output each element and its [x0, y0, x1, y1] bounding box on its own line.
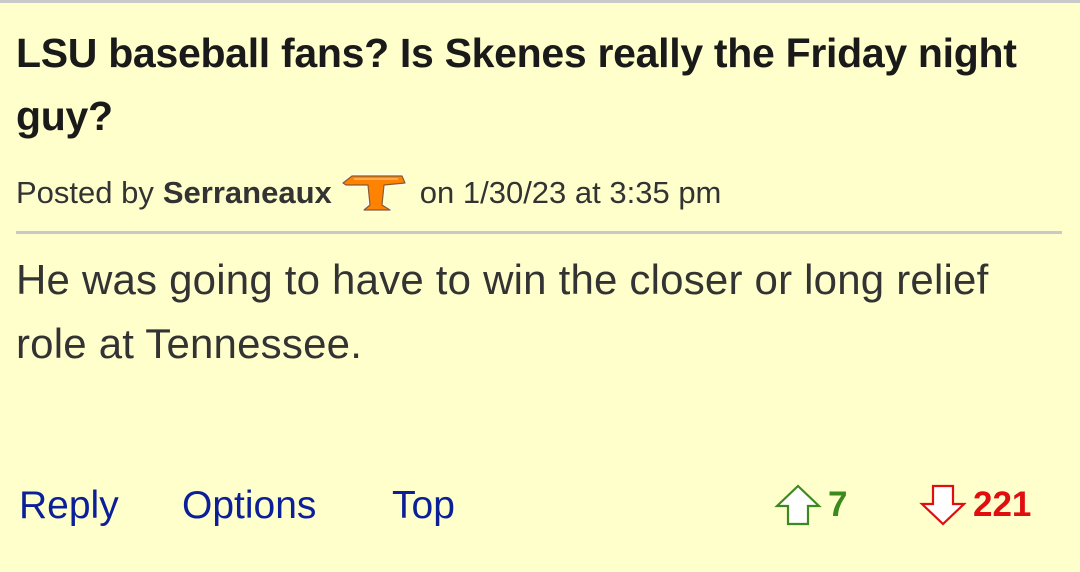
arrow-down-icon — [919, 484, 967, 526]
arrow-up-icon — [774, 484, 822, 526]
author-name[interactable]: Serraneaux — [163, 175, 332, 211]
post-body: He was going to have to win the closer o… — [16, 256, 989, 367]
post-title: LSU baseball fans? Is Skenes really the … — [16, 30, 1017, 139]
top-link[interactable]: Top — [392, 478, 455, 534]
post-date: on 1/30/23 at 3:35 pm — [419, 175, 722, 210]
post-actions: Reply Options Top 7 221 — [19, 478, 1049, 534]
reply-link[interactable]: Reply — [19, 478, 119, 534]
forum-post: LSU baseball fans? Is Skenes really the … — [16, 22, 1062, 376]
header-divider — [16, 231, 1062, 234]
posted-by-label: Posted by — [16, 175, 154, 210]
post-meta: Posted by Serraneaux on 1/30/23 at 3:35 … — [16, 172, 1062, 214]
upvote-count: 7 — [828, 485, 848, 524]
downvote-count: 221 — [973, 485, 1032, 524]
downvote-button[interactable]: 221 — [919, 480, 1031, 530]
upvote-button[interactable]: 7 — [774, 480, 847, 530]
options-link[interactable]: Options — [182, 478, 316, 534]
top-divider — [0, 0, 1080, 3]
tennessee-power-t-icon — [340, 172, 408, 214]
